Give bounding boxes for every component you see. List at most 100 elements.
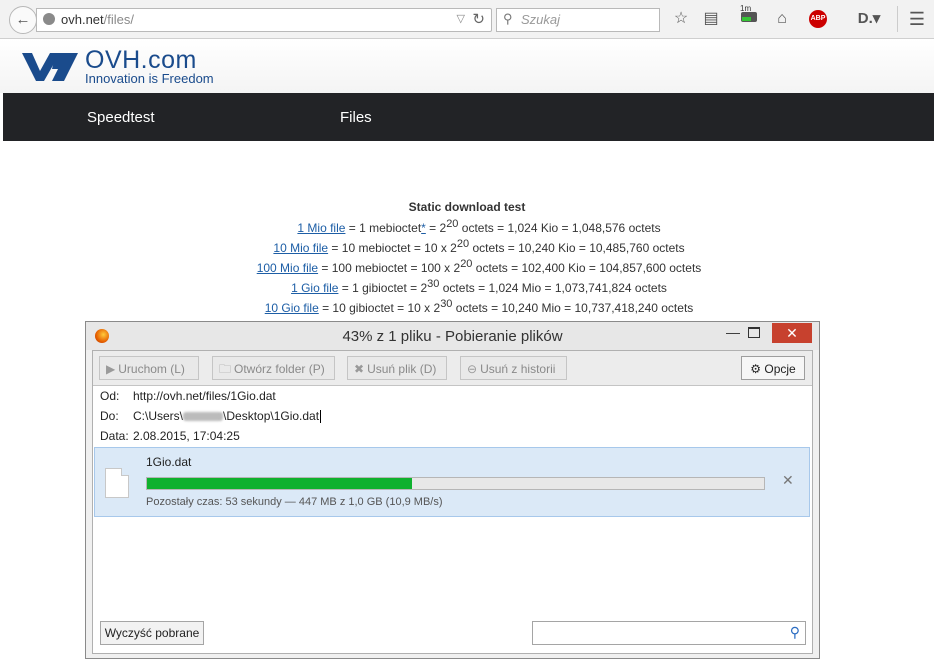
- run-button[interactable]: ▶ Uruchom (L): [99, 356, 199, 380]
- remove-icon: ⊖: [467, 362, 478, 376]
- download-link-line: 100 Mio file = 100 mebioctet = 100 x 220…: [0, 258, 934, 275]
- download-link[interactable]: 1 Mio file: [297, 221, 345, 235]
- redacted-username: [183, 412, 224, 422]
- download-status: Pozostały czas: 53 sekundy — 447 MB z 1,…: [146, 496, 443, 508]
- dropdown-icon[interactable]: ▽: [457, 12, 465, 25]
- download-progress-fill: [147, 478, 413, 489]
- speed-addon-fill: [742, 17, 751, 21]
- delete-file-label: Usuń plik (D): [367, 362, 437, 376]
- star-icon[interactable]: ☆: [670, 8, 692, 30]
- page-title: Static download test: [408, 200, 526, 214]
- size-text: = 100 mebioctet: [318, 261, 408, 275]
- download-link-line: 10 Gio file = 10 gibioctet = 10 x 230 oc…: [0, 298, 934, 315]
- folder-icon: 🗀: [219, 362, 232, 376]
- url-path: /files/: [103, 12, 134, 27]
- minimize-button[interactable]: —: [722, 324, 744, 342]
- download-item[interactable]: 1Gio.dat Pozostały czas: 53 sekundy — 44…: [94, 447, 810, 517]
- menu-icon[interactable]: ☰: [906, 8, 928, 30]
- octets-text: octets = 10,240 Kio = 10,485,760 octets: [469, 241, 685, 255]
- exponent-text: 30: [427, 278, 440, 290]
- octets-text: octets = 1,024 Mio = 1,073,741,824 octet…: [439, 281, 667, 295]
- size-text: = 10 gibioctet: [318, 301, 394, 315]
- download-link[interactable]: 100 Mio file: [257, 261, 318, 275]
- back-button[interactable]: ←: [9, 6, 37, 34]
- download-filename: 1Gio.dat: [146, 455, 192, 469]
- site-tagline: Innovation is Freedom: [85, 71, 214, 86]
- octets-text: octets = 1,024 Kio = 1,048,576 octets: [458, 221, 661, 235]
- download-link[interactable]: 10 Gio file: [265, 301, 319, 315]
- exponent-text: 20: [460, 258, 473, 270]
- size-text: = 1 gibioctet: [338, 281, 407, 295]
- play-icon: ▶: [106, 362, 116, 376]
- open-folder-label: Otwórz folder (P): [234, 362, 325, 376]
- exponent-text: 30: [440, 298, 453, 310]
- remove-history-button[interactable]: ⊖ Usuń z historii: [460, 356, 567, 380]
- power-base-text: = 2: [425, 221, 447, 235]
- search-placeholder: Szukaj: [521, 12, 561, 27]
- download-link-line: 1 Mio file = 1 mebioctet* = 220 octets =…: [0, 218, 934, 235]
- download-link-line: 10 Mio file = 10 mebioctet = 10 x 220 oc…: [0, 238, 934, 255]
- file-icon: [105, 468, 129, 498]
- site-nav: Speedtest Files: [3, 93, 934, 141]
- reload-icon[interactable]: ↻: [472, 10, 485, 28]
- window-title: 43% z 1 pliku - Pobieranie plików: [342, 328, 563, 345]
- options-label: Opcje: [764, 362, 796, 376]
- window-titlebar[interactable]: 43% z 1 pliku - Pobieranie plików — ✕: [86, 322, 819, 350]
- downloads-toolbar: ▶ Uruchom (L) 🗀 Otwórz folder (P) ✖ Usuń pl…: [93, 351, 812, 386]
- octets-text: octets = 10,240 Mio = 10,737,418,240 oct…: [452, 301, 694, 315]
- downloads-search-input[interactable]: ⚲: [532, 621, 806, 645]
- to-prefix: C:\Users\: [133, 409, 184, 423]
- date-value: 2.08.2015, 17:04:25: [133, 429, 240, 443]
- gear-icon: ⚙: [750, 362, 762, 376]
- ovh-logo-icon[interactable]: [22, 47, 78, 83]
- run-label: Uruchom (L): [118, 362, 185, 376]
- exponent-text: 20: [456, 238, 470, 250]
- url-host: ovh.net: [61, 12, 104, 27]
- download-link[interactable]: 10 Mio file: [273, 241, 328, 255]
- download-link[interactable]: 1 Gio file: [291, 281, 338, 295]
- to-value: C:\Users\ \Desktop\1Gio.dat: [133, 409, 322, 424]
- close-button[interactable]: ✕: [772, 323, 812, 343]
- power-base-text: = 2: [406, 281, 428, 295]
- remove-history-label: Usuń z historii: [480, 362, 556, 376]
- from-label: Od:: [100, 389, 120, 403]
- adblock-icon[interactable]: ABP: [809, 10, 827, 28]
- exponent-text: 20: [446, 218, 459, 230]
- nav-files[interactable]: Files: [340, 109, 372, 126]
- maximize-button[interactable]: [748, 327, 760, 338]
- to-label: Do:: [100, 409, 119, 423]
- clear-downloads-button[interactable]: Wyczyść pobrane: [100, 621, 204, 645]
- download-link-line: 1 Gio file = 1 gibioctet = 230 octets = …: [0, 278, 934, 295]
- downloads-panel: ▶ Uruchom (L) 🗀 Otwórz folder (P) ✖ Usuń pl…: [92, 350, 813, 654]
- delete-icon: ✖: [354, 362, 365, 376]
- options-button[interactable]: ⚙ Opcje: [741, 356, 805, 380]
- nav-speedtest[interactable]: Speedtest: [87, 109, 155, 126]
- browser-toolbar: ← ovh.net/files/ ▽ ↻ ⚲ Szukaj ☆ ▤ 1m ⌂ A…: [0, 0, 934, 39]
- text-caret: [320, 410, 322, 424]
- open-folder-button[interactable]: 🗀 Otwórz folder (P): [212, 356, 335, 380]
- globe-icon: [43, 13, 55, 25]
- search-input[interactable]: ⚲ Szukaj: [496, 8, 660, 32]
- from-value: http://ovh.net/files/1Gio.dat: [133, 389, 276, 403]
- power-base-text: = 100 x 2: [407, 261, 461, 275]
- dictionary-addon-icon[interactable]: D.▾: [854, 8, 884, 30]
- home-icon[interactable]: ⌂: [771, 8, 793, 30]
- power-base-text: = 10 x 2: [410, 241, 457, 255]
- date-label: Data:: [100, 429, 129, 443]
- toolbar-separator: [897, 6, 898, 32]
- search-icon: ⚲: [789, 624, 800, 640]
- address-bar[interactable]: ovh.net/files/ ▽ ↻: [36, 8, 492, 32]
- reading-list-icon[interactable]: ▤: [700, 8, 722, 30]
- download-progress-bar: [146, 477, 765, 490]
- cancel-download-icon[interactable]: ✕: [782, 472, 794, 489]
- downloads-window: 43% z 1 pliku - Pobieranie plików — ✕ ▶ U…: [85, 321, 820, 659]
- url-text: ovh.net/files/: [61, 12, 134, 27]
- power-base-text: = 10 x 2: [393, 301, 441, 315]
- delete-file-button[interactable]: ✖ Usuń plik (D): [347, 356, 447, 380]
- search-icon: ⚲: [503, 11, 513, 26]
- size-text: = 10 mebioctet: [328, 241, 411, 255]
- octets-text: octets = 102,400 Kio = 104,857,600 octet…: [472, 261, 702, 275]
- to-suffix: \Desktop\1Gio.dat: [223, 409, 320, 423]
- size-text: = 1 mebioctet: [345, 221, 422, 235]
- speed-addon-icon[interactable]: [741, 12, 757, 22]
